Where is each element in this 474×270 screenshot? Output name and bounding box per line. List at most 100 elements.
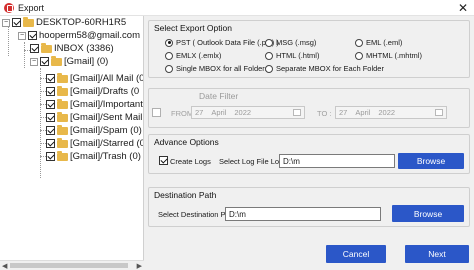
tree-item-folder[interactable]: [Gmail]/Sent Mail [46,111,142,124]
radio-msg[interactable]: MSG (.msg) [265,38,316,47]
tree-item-inbox[interactable]: INBOX (3386) [30,42,114,55]
radio-label: EML (.eml) [366,38,403,47]
tree-item-label: [Gmail]/Sent Mail [70,112,143,123]
radio-button[interactable] [265,64,273,73]
tree-item-account[interactable]: − hooperm58@gmail.com [18,29,140,42]
close-icon[interactable]: ✕ [458,1,468,15]
collapse-icon[interactable]: − [30,57,38,66]
radio-html[interactable]: HTML (.html) [265,51,319,60]
from-year: 2022 [234,108,252,117]
to-day: 27 [339,108,348,117]
radio-emlx[interactable]: EMLX (.emlx) [165,51,221,60]
radio-button[interactable] [265,51,273,60]
to-date-picker[interactable]: 27 April 2022 [335,106,447,119]
tree-checkbox[interactable] [46,87,55,96]
tree-item-label: [Gmail]/Starred (0 [70,138,144,149]
from-date-picker[interactable]: 27 April 2022 [191,106,305,119]
tree-checkbox[interactable] [46,126,55,135]
to-year: 2022 [378,108,396,117]
window-title: Export [18,3,45,13]
folder-icon [57,124,68,135]
radio-pst[interactable]: PST ( Outlook Data File (.pst) ) [165,38,279,47]
tree-checkbox[interactable] [40,57,49,66]
scrollbar-thumb[interactable] [10,263,128,268]
tree-checkbox[interactable] [46,74,55,83]
folder-icon [57,150,68,161]
tree-item-folder[interactable]: [Gmail]/Important [46,98,143,111]
radio-single-mbox[interactable]: Single MBOX for all Folders [165,64,269,73]
group-title: Select Export Option [154,23,232,33]
radio-button[interactable] [265,38,273,47]
date-filter-group: Date Filter FROM : 27 April 2022 TO : 27… [148,88,470,128]
destination-input[interactable]: D:\m [225,207,381,221]
radio-separate-mbox[interactable]: Separate MBOX for Each Folder [265,64,384,73]
tree-item-label: [Gmail]/Trash (0) [70,151,141,162]
folder-icon [57,98,68,109]
create-logs-checkbox[interactable] [159,156,168,165]
tree-item-label: INBOX (3386) [54,43,114,54]
cancel-button[interactable]: Cancel [326,245,386,263]
tree-item-label: hooperm58@gmail.com [39,30,140,41]
to-month: April [355,108,371,117]
calendar-icon[interactable] [293,109,301,116]
scroll-right-icon[interactable]: ▶ [137,262,142,270]
tree-item-gmail[interactable]: − [Gmail] (0) [30,55,108,68]
scroll-left-icon[interactable]: ◀ [2,262,7,270]
folder-icon [57,72,68,83]
radio-button[interactable] [165,38,173,47]
folder-icon [41,42,52,53]
destination-group: Destination Path Select Destination Path… [148,187,470,227]
tree-checkbox[interactable] [46,100,55,109]
tree-item-folder[interactable]: [Gmail]/Trash (0) [46,150,141,163]
tree-item-label: [Gmail] (0) [64,56,109,67]
tree-item-label: [Gmail]/All Mail (0 [70,73,144,84]
horizontal-scrollbar[interactable]: ◀ ▶ [0,260,144,270]
tree-checkbox[interactable] [46,152,55,161]
tree-checkbox[interactable] [12,18,21,27]
folder-icon [51,55,62,66]
radio-label: Separate MBOX for Each Folder [276,64,384,73]
calendar-icon[interactable] [435,109,443,116]
tree-item-label: [Gmail]/Important [70,99,143,110]
group-title: Date Filter [199,91,239,101]
tree-item-label: [Gmail]/Drafts (0 [70,86,140,97]
radio-button[interactable] [165,51,173,60]
radio-button[interactable] [165,64,173,73]
tree-item-folder[interactable]: [Gmail]/Spam (0) [46,124,142,137]
folder-tree[interactable]: − DESKTOP-60RH1R5 − hooperm58@gmail.com … [0,16,144,262]
folder-icon [57,111,68,122]
tree-item-folder[interactable]: [Gmail]/Starred (0 [46,137,144,150]
log-location-input[interactable]: D:\m [279,154,395,168]
from-day: 27 [195,108,204,117]
advance-options-group: Advance Options Create Logs Select Log F… [148,134,470,174]
radio-button[interactable] [355,51,363,60]
tree-item-label: DESKTOP-60RH1R5 [36,17,127,28]
radio-mhtml[interactable]: MHTML (.mhtml) [355,51,422,60]
radio-label: MSG (.msg) [276,38,317,47]
tree-item-folder[interactable]: [Gmail]/Drafts (0 [46,85,139,98]
date-filter-checkbox[interactable] [152,108,161,117]
next-button[interactable]: Next [405,245,469,263]
tree-checkbox[interactable] [46,139,55,148]
radio-button[interactable] [355,38,363,47]
tree-checkbox[interactable] [30,44,39,53]
log-browse-button[interactable]: Browse [398,153,464,169]
collapse-icon[interactable]: − [18,31,26,40]
tree-item-root[interactable]: − DESKTOP-60RH1R5 [2,16,126,29]
group-title: Advance Options [154,137,219,147]
group-title: Destination Path [154,190,217,200]
radio-label: PST ( Outlook Data File (.pst) ) [176,38,279,47]
from-month: April [211,108,227,117]
to-label: TO : [317,109,332,118]
tree-checkbox[interactable] [28,31,37,40]
collapse-icon[interactable]: − [2,18,10,27]
radio-label: HTML (.html) [276,51,320,60]
destination-browse-button[interactable]: Browse [392,205,464,222]
tree-item-folder[interactable]: [Gmail]/All Mail (0 [46,72,144,85]
radio-label: MHTML (.mhtml) [366,51,422,60]
export-option-group: Select Export Option PST ( Outlook Data … [148,20,470,78]
title-bar: Export ✕ [0,0,474,16]
tree-item-label: [Gmail]/Spam (0) [70,125,142,136]
radio-eml[interactable]: EML (.eml) [355,38,402,47]
tree-checkbox[interactable] [46,113,55,122]
